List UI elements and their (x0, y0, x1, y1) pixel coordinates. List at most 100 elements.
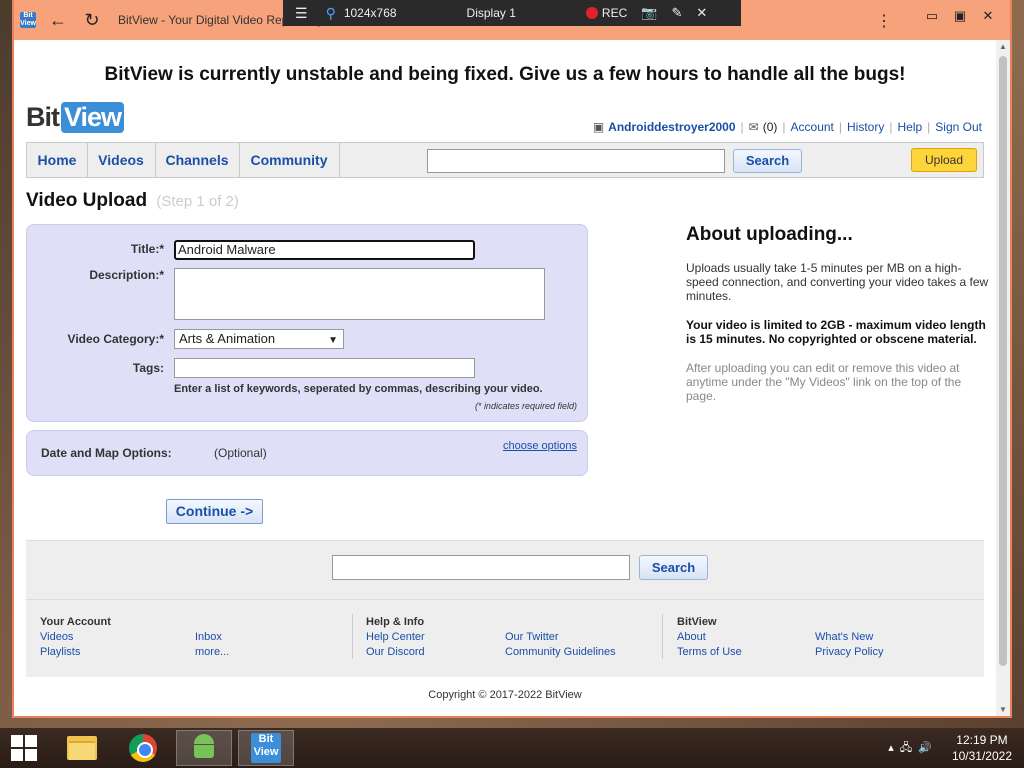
scrollbar-thumb[interactable] (999, 56, 1007, 666)
main-navbar: Home Videos Channels Community Search Up… (26, 142, 984, 178)
description-label: Description:* (89, 268, 164, 282)
tray-icons[interactable]: ▴ 🖧 🔊 (888, 739, 932, 758)
more-menu-icon[interactable]: ⋮ (876, 11, 892, 31)
footer-about-link[interactable]: About (677, 631, 706, 643)
choose-options-link[interactable]: choose options (503, 440, 577, 452)
resolution-label: 1024x768 (343, 6, 397, 20)
header-search-input[interactable] (427, 149, 725, 173)
upload-button[interactable]: Upload (911, 148, 977, 172)
maximize-icon[interactable]: ▣ (946, 8, 974, 24)
username-link[interactable]: Androiddestroyer2000 (608, 120, 735, 134)
tags-field[interactable] (174, 358, 475, 378)
footer-videos-link[interactable]: Videos (40, 631, 73, 643)
footer-twitter-link[interactable]: Our Twitter (505, 631, 559, 643)
logo-bit-text: Bit (26, 102, 60, 132)
minimize-icon[interactable]: ▭ (918, 8, 946, 24)
nav-home[interactable]: Home (27, 143, 88, 177)
nav-videos[interactable]: Videos (87, 143, 156, 177)
chrome-icon (129, 734, 157, 762)
folder-icon (67, 736, 97, 760)
logo-view-text: View (61, 102, 125, 133)
camera-icon[interactable]: 📷 (641, 5, 657, 21)
taskbar-bitview[interactable]: Bit View (238, 730, 294, 766)
title-field[interactable]: Android Malware (174, 240, 475, 260)
bitview-logo[interactable]: Bit View (26, 102, 125, 133)
mail-icon[interactable]: ✉ (749, 120, 759, 134)
account-link[interactable]: Account (791, 120, 834, 134)
bitview-favicon-icon: Bit View (20, 12, 36, 28)
clock-date: 10/31/2022 (951, 749, 1012, 763)
clock-time: 12:19 PM (956, 733, 1008, 747)
about-paragraph-editing: After uploading you can edit or remove t… (686, 361, 962, 403)
scroll-up-icon[interactable]: ▲ (996, 42, 1010, 51)
chevron-down-icon: ▼ (328, 335, 338, 346)
reload-icon[interactable]: ↻ (80, 10, 104, 31)
window-close-icon[interactable]: ✕ (974, 8, 1002, 24)
page-content: BitView is currently unstable and being … (14, 40, 996, 716)
about-paragraph-limits: Your video is limited to 2GB - maximum v… (686, 318, 986, 346)
user-icon: ▣ (592, 120, 605, 134)
inbox-count[interactable]: (0) (763, 120, 778, 134)
page-title: Video Upload (Step 1 of 2) (26, 190, 239, 212)
android-icon (192, 734, 216, 762)
clock[interactable]: 12:19 PM 10/31/2022 (952, 732, 1012, 764)
footer-guidelines-link[interactable]: Community Guidelines (505, 646, 616, 658)
footer-playlists-link[interactable]: Playlists (40, 646, 80, 658)
back-arrow-icon[interactable]: ← (46, 10, 70, 31)
user-nav: ▣ Androiddestroyer2000 | ✉ (0) | Account… (592, 120, 982, 134)
close-icon[interactable]: ✕ (696, 5, 707, 21)
category-select[interactable]: Arts & Animation ▼ (174, 329, 344, 349)
pin-icon[interactable]: ⚲ (326, 5, 336, 22)
page-scrollbar[interactable]: ▲ ▼ (996, 40, 1010, 716)
footer-discord-link[interactable]: Our Discord (366, 646, 425, 658)
taskbar-file-explorer[interactable] (54, 730, 110, 766)
description-textarea[interactable] (174, 268, 545, 320)
tags-label: Tags: (132, 361, 164, 375)
continue-button[interactable]: Continue -> (166, 499, 263, 524)
footer-help-center-link[interactable]: Help Center (366, 631, 425, 643)
footer-whats-new-link[interactable]: What's New (815, 631, 873, 643)
title-label: Title:* (130, 242, 164, 256)
start-button[interactable] (0, 730, 48, 766)
remote-toolbar: ☰ ⚲ 1024x768 Display 1 REC 📷 ✎ ✕ (283, 0, 741, 26)
tags-hint: Enter a list of keywords, seperated by c… (174, 383, 543, 395)
menu-icon[interactable]: ☰ (295, 5, 308, 22)
date-map-options-label: Date and Map Options: (41, 446, 172, 460)
step-indicator: (Step 1 of 2) (156, 193, 239, 210)
pen-icon[interactable]: ✎ (671, 5, 682, 21)
footer-help-heading: Help & Info (366, 616, 425, 628)
nav-community[interactable]: Community (239, 143, 340, 177)
footer-separator (352, 614, 353, 659)
display-label[interactable]: Display 1 (467, 6, 516, 20)
about-uploading-heading: About uploading... (686, 224, 853, 245)
taskbar: Bit View ▴ 🖧 🔊 12:19 PM 10/31/2022 (0, 728, 1024, 768)
footer-your-account-heading: Your Account (40, 616, 111, 628)
required-note: (* indicates required field) (474, 401, 577, 411)
footer-inbox-link[interactable]: Inbox (195, 631, 222, 643)
footer: Search Your Account Videos Playlists Inb… (26, 540, 984, 677)
footer-bitview-heading: BitView (677, 616, 717, 628)
date-map-options-panel: Date and Map Options: (Optional) choose … (26, 430, 588, 476)
footer-terms-link[interactable]: Terms of Use (677, 646, 742, 658)
scroll-down-icon[interactable]: ▼ (996, 705, 1010, 714)
browser-window: Bit View ← ↻ BitView - Your Digital Video… (12, 0, 1012, 718)
record-label[interactable]: REC (602, 6, 627, 20)
help-link[interactable]: Help (897, 120, 922, 134)
taskbar-android[interactable] (176, 730, 232, 766)
category-label: Video Category:* (67, 332, 164, 346)
page-title-text: Video Upload (26, 190, 148, 211)
bitview-app-icon: Bit View (251, 733, 281, 763)
history-link[interactable]: History (847, 120, 884, 134)
footer-search-input[interactable] (332, 555, 630, 580)
about-paragraph-speed: Uploads usually take 1-5 minutes per MB … (686, 261, 989, 303)
nav-channels[interactable]: Channels (155, 143, 240, 177)
system-tray: ▴ 🖧 🔊 12:19 PM 10/31/2022 (888, 732, 1012, 764)
windows-logo-icon (11, 735, 37, 761)
footer-privacy-link[interactable]: Privacy Policy (815, 646, 883, 658)
sign-out-link[interactable]: Sign Out (935, 120, 982, 134)
record-icon[interactable] (585, 7, 598, 19)
footer-more-link[interactable]: more... (195, 646, 229, 658)
header-search-button[interactable]: Search (733, 149, 802, 173)
taskbar-chrome[interactable] (115, 730, 171, 766)
footer-search-button[interactable]: Search (639, 555, 708, 580)
